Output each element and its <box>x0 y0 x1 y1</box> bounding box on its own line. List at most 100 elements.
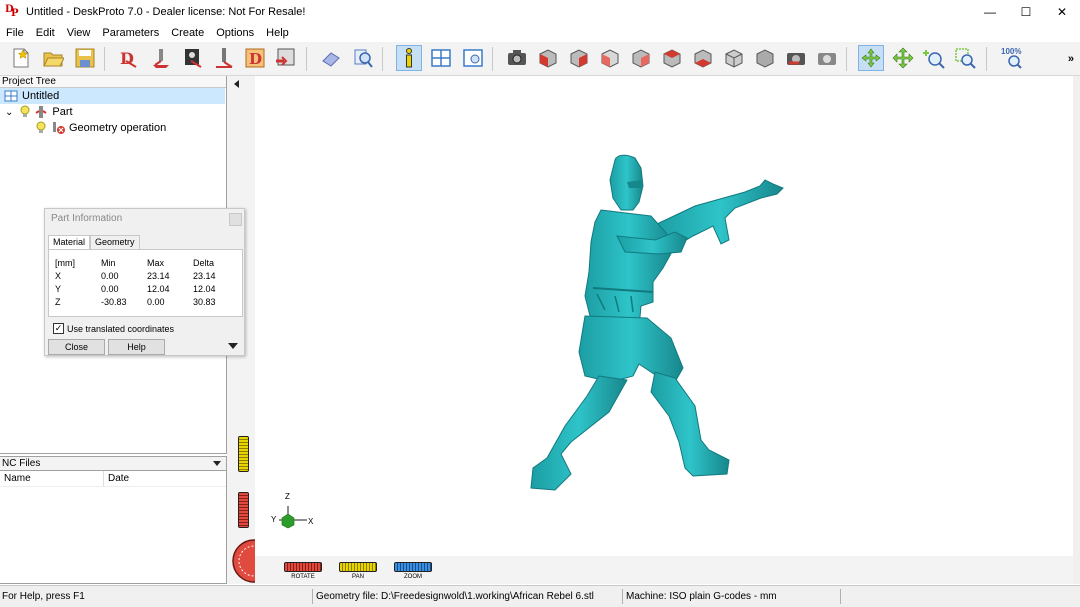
part-wizard-icon[interactable]: D <box>116 45 142 71</box>
rotate-gauge[interactable] <box>238 492 249 528</box>
lightbulb-icon[interactable] <box>35 121 47 135</box>
toolpath-icon[interactable] <box>212 45 238 71</box>
header-cell: Delta <box>193 257 215 268</box>
collapse-arrow-icon[interactable] <box>234 80 239 88</box>
column-header-name[interactable]: Name <box>0 471 104 486</box>
render-icon[interactable] <box>783 45 809 71</box>
dialog-title: Part Information <box>51 213 123 224</box>
table-cell: 0.00 <box>101 283 119 294</box>
info-icon[interactable] <box>396 45 422 71</box>
translated-coords-checkbox[interactable]: ✓ <box>53 323 64 334</box>
menu-view[interactable]: View <box>61 27 97 39</box>
tree-root-label: Untitled <box>22 90 60 102</box>
table-row: X 0.00 23.14 23.14 <box>55 269 233 282</box>
table-cell: 12.04 <box>193 283 216 294</box>
expand-arrow-icon[interactable] <box>228 343 238 349</box>
table-cell: Z <box>55 296 61 307</box>
rotate-slider[interactable] <box>284 562 322 572</box>
status-divider <box>312 589 313 604</box>
tree-item-untitled[interactable]: Untitled <box>0 88 225 104</box>
view-iso-icon[interactable] <box>721 45 747 71</box>
svg-text:D: D <box>249 50 262 68</box>
header-cell: [mm] <box>55 257 75 268</box>
project-icon <box>4 90 18 102</box>
tree-part-label: Part <box>52 106 73 118</box>
rotate-icon[interactable] <box>858 45 884 71</box>
dropdown-arrow-icon[interactable] <box>213 461 221 466</box>
dialog-help-button[interactable]: Help <box>108 339 165 355</box>
zoom-label: ZOOM <box>404 574 422 580</box>
axis-y-label: Y <box>271 515 277 524</box>
3d-viewport[interactable]: Z Y X <box>255 76 1073 556</box>
table-cell: 0.00 <box>101 270 119 281</box>
part-icon <box>35 106 47 118</box>
menu-options[interactable]: Options <box>210 27 260 39</box>
camera-icon[interactable] <box>504 45 530 71</box>
pan-icon[interactable] <box>890 45 916 71</box>
toolbar-separator <box>306 47 307 71</box>
status-help: For Help, press F1 <box>2 591 85 602</box>
tab-material[interactable]: Material <box>48 235 91 249</box>
table-cell: -30.83 <box>101 296 127 307</box>
save-icon[interactable] <box>72 45 98 71</box>
export-icon[interactable] <box>272 45 298 71</box>
table-cell: X <box>55 270 62 281</box>
zoom-window-icon[interactable] <box>952 45 978 71</box>
tree-item-part[interactable]: ⌄ Part <box>0 104 73 120</box>
pan-gauge[interactable] <box>238 436 249 472</box>
menu-help[interactable]: Help <box>260 27 295 39</box>
lightbulb-icon[interactable] <box>19 105 31 119</box>
operation-error-icon <box>53 122 65 134</box>
right-scrollbar[interactable] <box>1073 76 1080 584</box>
preview-icon[interactable] <box>350 45 376 71</box>
pan-slider[interactable] <box>339 562 377 572</box>
dialog-close-icon[interactable] <box>229 213 242 226</box>
title-bar: DP Untitled - DeskProto 7.0 - Dealer lic… <box>0 0 1080 24</box>
zoom-fit-icon[interactable]: 100% <box>998 45 1028 71</box>
window-title: Untitled - DeskProto 7.0 - Dealer licens… <box>26 6 306 18</box>
axis-x-label: X <box>308 517 314 526</box>
view-bottom-icon[interactable] <box>690 45 716 71</box>
table-row: Y 0.00 12.04 12.04 <box>55 282 233 295</box>
minimize-button[interactable]: — <box>972 0 1008 24</box>
image-wizard-icon[interactable] <box>180 45 206 71</box>
operation-wizard-icon[interactable] <box>148 45 174 71</box>
header-cell: Min <box>101 257 116 268</box>
view-back-icon[interactable] <box>566 45 592 71</box>
view-right-icon[interactable] <box>628 45 654 71</box>
menu-edit[interactable]: Edit <box>30 27 61 39</box>
tree-item-geometry-operation[interactable]: Geometry operation <box>0 120 166 136</box>
figure-model <box>530 154 784 491</box>
column-header-date[interactable]: Date <box>104 471 224 486</box>
close-window-button[interactable]: ✕ <box>1044 0 1080 24</box>
menu-parameters[interactable]: Parameters <box>96 27 165 39</box>
table-cell: 0.00 <box>147 296 165 307</box>
tab-geometry[interactable]: Geometry <box>90 235 140 249</box>
table-cell: Y <box>55 283 62 294</box>
toolbar: D D 100% » <box>0 42 1080 76</box>
menu-file[interactable]: File <box>0 27 30 39</box>
render-alt-icon[interactable] <box>814 45 840 71</box>
view-parallel-icon[interactable] <box>752 45 778 71</box>
window-layout-icon[interactable] <box>428 45 454 71</box>
translated-coords-option[interactable]: ✓ Use translated coordinates <box>53 323 174 334</box>
view-icon[interactable] <box>460 45 486 71</box>
view-left-icon[interactable] <box>597 45 623 71</box>
table-header-row: [mm] Min Max Delta <box>55 256 233 269</box>
dialog-title-bar[interactable]: Part Information <box>45 209 244 229</box>
view-front-icon[interactable] <box>535 45 561 71</box>
d-icon[interactable]: D <box>242 45 268 71</box>
open-icon[interactable] <box>40 45 66 71</box>
dialog-close-button[interactable]: Close <box>48 339 105 355</box>
maximize-button[interactable]: ☐ <box>1008 0 1044 24</box>
zoom-slider[interactable] <box>394 562 432 572</box>
new-icon[interactable] <box>8 45 34 71</box>
erase-icon[interactable] <box>318 45 344 71</box>
view-top-icon[interactable] <box>659 45 685 71</box>
tree-operation-label: Geometry operation <box>69 122 167 134</box>
toolbar-overflow-button[interactable]: » <box>1068 53 1074 65</box>
zoom-in-icon[interactable] <box>921 45 947 71</box>
status-divider <box>840 589 841 604</box>
expand-chevron-icon[interactable]: ⌄ <box>5 107 13 118</box>
menu-create[interactable]: Create <box>165 27 210 39</box>
